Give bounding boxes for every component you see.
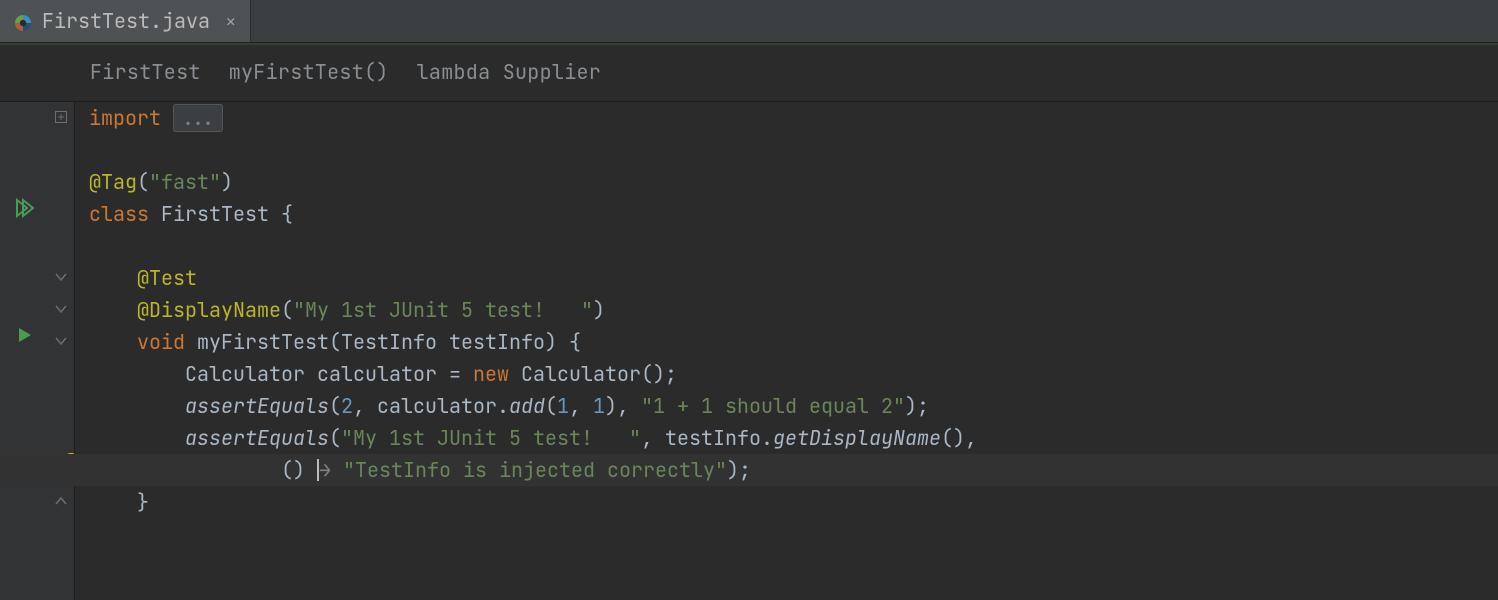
code-line: } [89,486,1498,518]
run-method-icon[interactable] [0,326,48,344]
code-line: @Tag("fast") [89,166,1498,198]
breadcrumb: FirstTest myFirstTest() lambda Supplier [0,43,1498,102]
code-line: class FirstTest { [89,198,1498,230]
fold-collapse-icon[interactable] [54,334,68,348]
code-line [89,518,1498,550]
editor-tab[interactable]: FirstTest.java ✕ [0,0,251,42]
fold-collapse-icon[interactable] [54,302,68,316]
import-fold[interactable]: ... [173,104,223,132]
code-line: @Test [89,262,1498,294]
breadcrumb-method[interactable]: myFirstTest() [229,59,389,85]
close-icon[interactable]: ✕ [226,11,236,32]
tab-bar: FirstTest.java ✕ [0,0,1498,43]
fold-collapse-up-icon[interactable] [54,494,68,508]
code-area[interactable]: import ... @Tag("fast") class FirstTest … [75,102,1498,600]
code-line [89,134,1498,166]
breadcrumb-class[interactable]: FirstTest [90,59,201,85]
breadcrumb-lambda[interactable]: lambda Supplier [417,59,602,85]
fold-expand-icon[interactable] [54,110,68,124]
run-class-icon[interactable] [0,198,48,218]
code-line: assertEquals(2, calculator.add(1, 1), "1… [89,390,1498,422]
class-file-icon [14,12,32,30]
code-line: void myFirstTest(TestInfo testInfo) { [89,326,1498,358]
code-line: import ... [89,102,1498,134]
code-line [89,230,1498,262]
tab-filename: FirstTest.java [42,8,210,34]
code-line: @DisplayName("My 1st JUnit 5 test! ") [89,294,1498,326]
code-editor[interactable]: import ... @Tag("fast") class FirstTest … [0,102,1498,600]
code-line: assertEquals("My 1st JUnit 5 test! ", te… [89,422,1498,454]
code-line: Calculator calculator = new Calculator()… [89,358,1498,390]
gutter-fold-column [48,102,75,600]
gutter-run-column [0,102,48,600]
fold-collapse-icon[interactable] [54,270,68,284]
